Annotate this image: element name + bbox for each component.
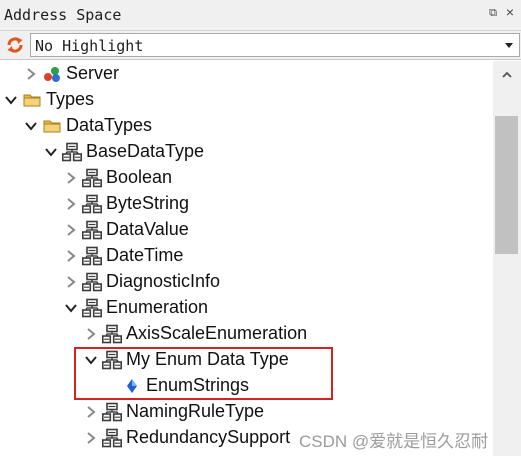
tree-item-label: DiagnosticInfo xyxy=(106,271,221,291)
tree-item-enumeration[interactable]: Enumeration xyxy=(0,295,493,321)
tree-item-label: RedundancySupport xyxy=(126,427,291,447)
tree-item-label: EnumStrings xyxy=(146,375,250,395)
datatype-icon xyxy=(102,350,122,370)
folder-icon xyxy=(43,120,61,133)
tree-item-label: Types xyxy=(46,89,95,109)
pin-icon[interactable]: ⧉ xyxy=(489,7,497,20)
tree-item-label: BaseDataType xyxy=(86,141,205,161)
panel-titlebar: Address Space ⧉ × xyxy=(0,0,521,31)
tree-item-boolean[interactable]: Boolean xyxy=(0,165,493,191)
chevron-down-icon[interactable] xyxy=(24,119,38,133)
close-icon[interactable]: × xyxy=(506,4,514,20)
tree-item-label: DateTime xyxy=(106,245,184,265)
highlight-select-value: No Highlight xyxy=(35,37,144,55)
chevron-right-icon[interactable] xyxy=(64,223,78,237)
chevron-down-icon xyxy=(505,43,513,48)
chevron-right-icon[interactable] xyxy=(84,431,98,445)
vertical-scrollbar[interactable] xyxy=(493,61,521,456)
tree-item-basedatatype[interactable]: BaseDataType xyxy=(0,139,493,165)
datatype-icon xyxy=(82,298,102,318)
tree-item-bytestring[interactable]: ByteString xyxy=(0,191,493,217)
chevron-down-icon[interactable] xyxy=(64,301,78,315)
scrollbar-thumb[interactable] xyxy=(495,116,518,254)
datatype-icon xyxy=(82,246,102,266)
server-icon xyxy=(44,67,60,82)
tree-item-datatypes[interactable]: DataTypes xyxy=(0,113,493,139)
chevron-down-icon[interactable] xyxy=(4,93,18,107)
chevron-right-icon[interactable] xyxy=(64,171,78,185)
datatype-icon xyxy=(102,402,122,422)
datatype-icon xyxy=(82,194,102,214)
datatype-icon xyxy=(82,272,102,292)
address-space-tree: Server Types DataTypes BaseDataType Boolean B… xyxy=(0,61,493,456)
toolbar: No Highlight xyxy=(0,31,521,60)
tree-item-label: AxisScaleEnumeration xyxy=(126,323,308,343)
tree-item-axisscaleenumeration[interactable]: AxisScaleEnumeration xyxy=(0,321,493,347)
datatype-icon xyxy=(102,324,122,344)
tree-item-enumstrings[interactable]: EnumStrings xyxy=(0,373,493,399)
watermark: CSDN @爱就是恒久忍耐 xyxy=(299,432,489,451)
chevron-down-icon[interactable] xyxy=(84,353,98,367)
tree-item-label: Enumeration xyxy=(106,297,209,317)
datatype-icon xyxy=(82,168,102,188)
tree-item-label: ByteString xyxy=(106,193,190,213)
folder-icon xyxy=(23,94,41,107)
tree-item-label: NamingRuleType xyxy=(126,401,265,421)
tree-item-label: Boolean xyxy=(106,167,173,187)
tree-item-label: My Enum Data Type xyxy=(126,349,289,369)
tree-item-datetime[interactable]: DateTime xyxy=(0,243,493,269)
tree-item-label: Server xyxy=(66,63,120,83)
chevron-right-icon[interactable] xyxy=(84,327,98,341)
tree-item-namingruletype[interactable]: NamingRuleType xyxy=(0,399,493,425)
scroll-up-icon[interactable] xyxy=(501,69,513,81)
datatype-icon xyxy=(82,220,102,240)
chevron-right-icon[interactable] xyxy=(84,405,98,419)
highlight-select[interactable]: No Highlight xyxy=(30,33,520,57)
chevron-right-icon[interactable] xyxy=(64,249,78,263)
panel-title: Address Space xyxy=(4,6,122,24)
chevron-right-icon[interactable] xyxy=(24,67,38,81)
tree-item-types[interactable]: Types xyxy=(0,87,493,113)
refresh-icon[interactable] xyxy=(5,35,25,55)
chevron-right-icon[interactable] xyxy=(64,197,78,211)
datatype-icon xyxy=(62,142,82,162)
chevron-down-icon[interactable] xyxy=(44,145,58,159)
tree-item-my-enum-data-type[interactable]: My Enum Data Type xyxy=(0,347,493,373)
tree-item-label: DataValue xyxy=(106,219,189,239)
tree-item-server[interactable]: Server xyxy=(0,61,493,87)
tree-item-datavalue[interactable]: DataValue xyxy=(0,217,493,243)
property-icon xyxy=(127,379,137,393)
tree-item-diagnosticinfo[interactable]: DiagnosticInfo xyxy=(0,269,493,295)
chevron-right-icon[interactable] xyxy=(64,275,78,289)
datatype-icon xyxy=(102,428,122,448)
tree-item-label: DataTypes xyxy=(66,115,153,135)
